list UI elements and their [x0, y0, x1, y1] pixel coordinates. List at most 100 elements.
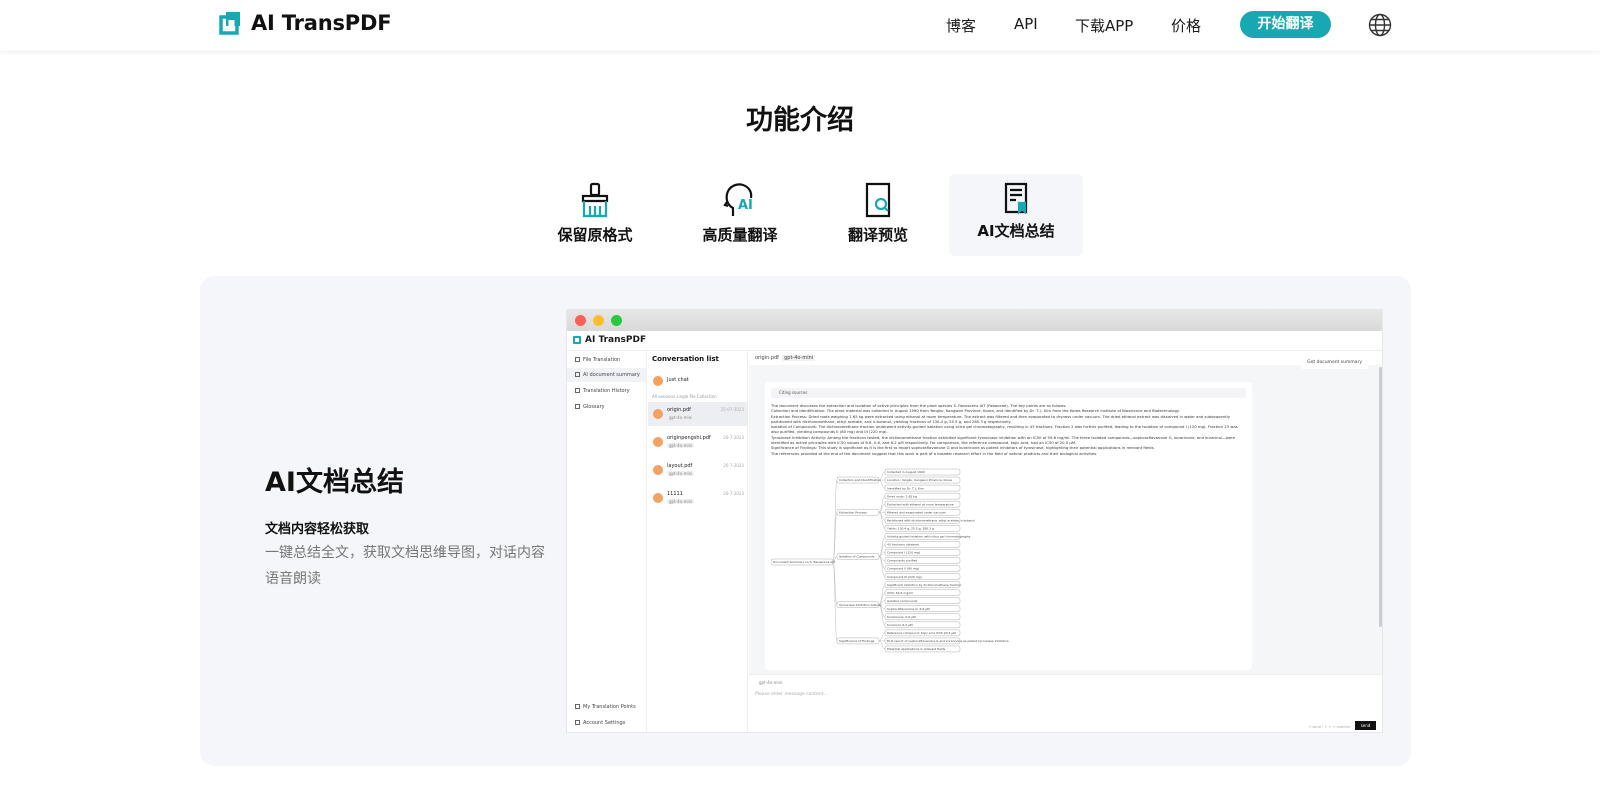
globe-icon[interactable]	[1368, 13, 1392, 37]
tab-label: 高质量翻译	[702, 226, 778, 244]
sidebar-item-points[interactable]: My Translation Points	[567, 700, 647, 714]
get-summary-button[interactable]: Get document summary	[1301, 357, 1368, 369]
mind-map-leaf-label: Compound III (220 mg)	[887, 575, 922, 579]
mind-map-leaf-label: Sophoraflavanone G: 6.6 µM	[887, 607, 930, 611]
mind-map-link	[878, 640, 886, 650]
mind-map-leaf-label: Kurarinol: 6.2 µM	[887, 623, 913, 627]
mind-map-link	[878, 604, 886, 626]
mind-map-leaf-label: Kurarinone: 0.6 µM	[887, 615, 916, 619]
mind-map-leaf-label: Identified by Dr. T. J. Kim	[887, 486, 924, 490]
list-item[interactable]: 11111 gpt-4o-mini 26-7-2023	[648, 486, 747, 510]
feature-subtitle: 文档内容轻松获取	[265, 522, 370, 537]
section-title: 功能介绍	[746, 105, 854, 136]
summary-card: Citing sources The document discusses th…	[765, 382, 1252, 670]
mind-map-leaf-label: Reference compound: Kojic acid IC50 20.5…	[887, 631, 956, 635]
logo-text: AI TransPDF	[251, 11, 392, 35]
nav-api[interactable]: API	[1014, 15, 1038, 33]
mind-map-leaf-label: Compound II (80 mg)	[887, 567, 919, 571]
mind-map-leaf-label: Collected in August 1990	[887, 470, 925, 474]
mind-map-leaf-label: Compound I (120 mg)	[887, 551, 920, 555]
mind-map-leaf-label: Potential applications in relevant field…	[887, 647, 946, 651]
tab-high-quality[interactable]: AI 高质量翻译	[673, 174, 807, 256]
svg-text:AI: AI	[738, 198, 753, 213]
logo[interactable]: AI TransPDF	[218, 11, 392, 35]
app-sidebar: File Translation AI document summary Tra…	[567, 351, 647, 732]
list-item-just-chat[interactable]: Just chat	[648, 369, 747, 393]
mind-map-link	[878, 584, 886, 605]
document-summary-icon	[1004, 182, 1028, 214]
mind-map-leaf-label: IC50: 59.6 mg/ml	[887, 591, 913, 595]
feature-description: 一键总结全文，获取文档思维导图，对话内容语音朗读	[265, 545, 545, 587]
top-header: AI TransPDF 博客 API 下载APP 价格 开始翻译	[0, 0, 1600, 52]
tab-keep-format[interactable]: 保留原格式	[528, 174, 662, 256]
mind-map-link	[878, 495, 886, 513]
mind-map: Collection and Identification Collected i…	[771, 468, 1009, 653]
mind-map-link	[878, 512, 886, 529]
mind-map-leaf-label: Partitioned with dichloromethane, ethyl …	[887, 518, 975, 522]
mind-map-leaf-label: Extracted with ethanol at room temperatu…	[887, 502, 954, 506]
tab-label: 翻译预览	[847, 226, 908, 244]
document-tab[interactable]: origin.pdf gpt-4o-mini	[749, 351, 1382, 365]
conversation-title: Conversation list	[652, 355, 719, 363]
app-logo: AI TransPDF	[573, 335, 646, 345]
mind-map-branch-label: Significance of Findings	[839, 639, 875, 643]
sidebar-item-file-translation[interactable]: File Translation	[567, 353, 647, 367]
logo-icon	[219, 12, 240, 35]
feature-title: AI文档总结	[265, 467, 404, 498]
app-header: AI TransPDF	[567, 331, 1382, 351]
tab-ai-summary[interactable]: AI文档总结	[949, 174, 1083, 256]
mind-map-leaf-label: Significant inhibition by dichloromethan…	[887, 583, 961, 587]
tab-translation-preview[interactable]: 翻译预览	[811, 174, 945, 256]
mind-map-leaf-label: First report of sophoraflavanone G and k…	[887, 639, 1009, 643]
window-titlebar	[567, 310, 1382, 331]
mind-map-leaf-label: Compounds purified	[887, 559, 917, 563]
ai-head-icon: AI	[723, 183, 753, 216]
sidebar-item-history[interactable]: Translation History	[567, 384, 647, 398]
sessions-filter[interactable]: All sessions single file Collection	[652, 394, 717, 399]
mind-map-leaf-label: Isolated compounds	[887, 599, 918, 603]
mind-map-leaf-label: Location: Yangku, Kangwon Province, Kore…	[887, 478, 952, 482]
mind-map-branch-label: Extraction Process	[839, 510, 867, 514]
mind-map-link	[878, 503, 886, 513]
mind-map-leaf-label: Activity-guided isolation with silica ge…	[887, 535, 971, 539]
scrollbar[interactable]	[1379, 367, 1382, 627]
summary-text: The document discusses the extraction an…	[771, 403, 1238, 456]
mind-map-branch-label: Isolation of Compounds	[839, 555, 875, 559]
sidebar-item-ai-summary[interactable]: AI document summary	[567, 368, 647, 382]
minimize-dot	[593, 315, 604, 326]
mind-map-link	[832, 561, 838, 642]
sidebar-item-settings[interactable]: Account Settings	[567, 716, 647, 730]
mind-map-leaf-label: Filtered and evaporated under vacuum	[887, 510, 946, 514]
mind-map-link	[878, 536, 886, 557]
conversation-list: Conversation list Just chat All sessions…	[648, 351, 748, 732]
list-item[interactable]: layout.pdf gpt-4o-mini 26-7-2023	[648, 458, 747, 482]
nav-download-app[interactable]: 下载APP	[1075, 15, 1133, 36]
mind-map-link	[878, 512, 886, 521]
list-item[interactable]: originpengshi.pdf gpt-4o-mini 26-7-2023	[648, 430, 747, 454]
message-input-area[interactable]: gpt-4o-mini Please enter message content…	[749, 674, 1382, 732]
mind-map-link	[832, 479, 838, 563]
list-item[interactable]: origin.pdf gpt-4o-mini 25-07-2023	[648, 402, 747, 426]
send-button[interactable]: send	[1355, 721, 1376, 730]
mind-map-leaf-label: 43 fractions obtained	[887, 543, 919, 547]
model-chip[interactable]: gpt-4o-mini	[759, 680, 782, 685]
tab-label: AI文档总结	[977, 222, 1055, 240]
citing-sources[interactable]: Citing sources	[771, 388, 1246, 398]
mind-map-leaf-label: Dried roots: 1.65 kg	[887, 494, 917, 498]
mind-map-link	[878, 632, 886, 642]
maximize-dot	[611, 315, 622, 326]
start-translate-button[interactable]: 开始翻译	[1240, 11, 1331, 38]
chat-main: origin.pdf gpt-4o-mini Get document summ…	[749, 351, 1382, 732]
sidebar-item-glossary[interactable]: Glossary	[567, 400, 647, 414]
nav-blog[interactable]: 博客	[946, 15, 976, 36]
mind-map-link	[878, 556, 886, 577]
brush-icon	[581, 182, 609, 218]
mind-map-branch-label: Tyrosinase Inhibition Activity	[838, 603, 882, 607]
message-input[interactable]: Please enter message content...	[755, 692, 828, 697]
document-search-icon	[865, 182, 891, 218]
tab-label: 保留原格式	[557, 226, 633, 244]
app-screenshot: AI TransPDF File Translation AI document…	[566, 309, 1383, 733]
nav-pricing[interactable]: 价格	[1171, 15, 1201, 36]
mind-map-leaf-label: Yields: 130.4 g, 25.5 g, 280.3 g	[887, 527, 934, 531]
close-dot	[575, 315, 586, 326]
